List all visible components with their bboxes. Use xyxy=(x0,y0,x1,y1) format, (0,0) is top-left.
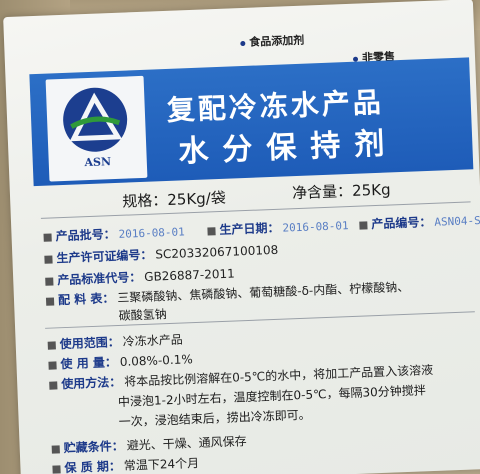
logo-text: ASN xyxy=(84,155,112,170)
product-title-line2: 水分保持剂 xyxy=(177,126,399,170)
divider xyxy=(45,311,475,329)
ingredients-continued: 碳酸氢钠 xyxy=(118,307,167,323)
usage-method-line3: 一次，浸泡结束后，捞出冷冻即可。 xyxy=(118,407,311,430)
bullet-square-icon xyxy=(45,296,55,306)
bullet-square-icon xyxy=(49,380,58,390)
product-code: 产品编号： ASN04-S xyxy=(359,211,480,233)
spec: 规格：25Kg/袋 xyxy=(121,188,227,211)
bullet-square-icon xyxy=(52,464,61,474)
net-content: 净含量：25Kg xyxy=(291,180,391,203)
bullet-square-icon xyxy=(48,360,57,370)
bullet-square-icon xyxy=(47,340,56,350)
product-bag: 食品添加剂 非零售 ASN 复配冷冻水产品 水分保持剂 规格：25Kg/袋 净含… xyxy=(3,0,480,474)
production-date: 生产日期： 2016-08-01 xyxy=(207,216,349,238)
logo-emblem-icon xyxy=(61,86,129,153)
bullet-square-icon xyxy=(359,220,368,230)
usage-scope: 使用范围： 冷冻水产品 xyxy=(47,331,183,353)
bullet-square-icon xyxy=(207,226,216,236)
dosage: 使 用 量： 0.08%-0.1% xyxy=(48,350,193,373)
bullet-dot-icon xyxy=(240,40,246,46)
bullet-square-icon xyxy=(45,276,54,286)
bullet-square-icon xyxy=(43,232,52,242)
food-additive-label: 食品添加剂 xyxy=(240,32,305,50)
bullet-dot-icon xyxy=(352,56,359,62)
batch-number: 产品批号： 2016-08-01 xyxy=(43,222,185,244)
bullet-square-icon xyxy=(44,254,53,264)
production-license: 生产许可证编号： SC20332067100108 xyxy=(44,241,278,267)
storage-conditions: 贮藏条件： 避光、干燥、通风保存 xyxy=(51,432,247,456)
bullet-square-icon xyxy=(51,444,60,454)
shelf-life: 保 质 期： 常温下24个月 xyxy=(52,454,199,474)
logo: ASN xyxy=(45,75,148,182)
